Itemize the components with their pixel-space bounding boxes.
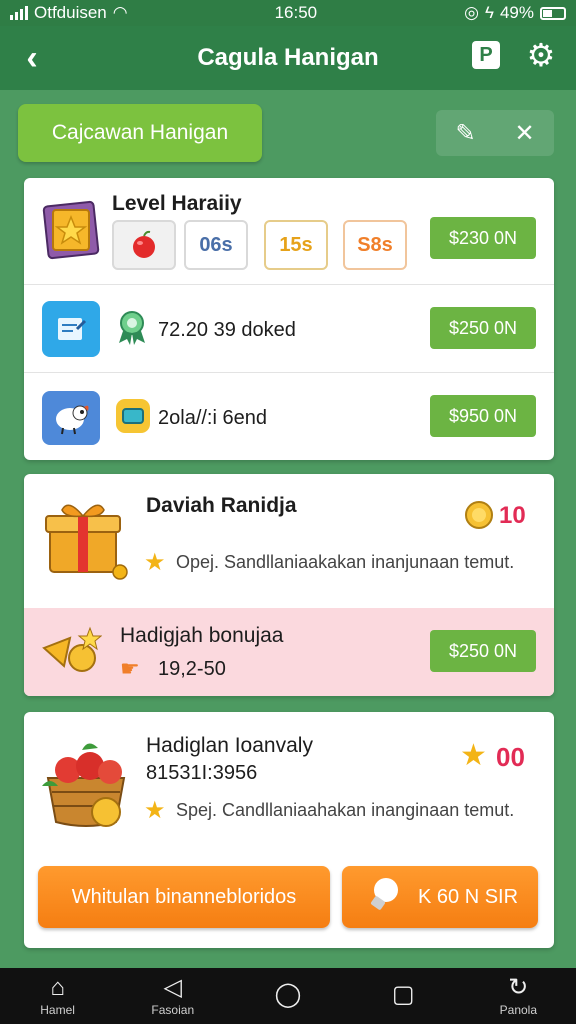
price-button[interactable]: $950 0N xyxy=(430,395,536,437)
secondary-action-button[interactable]: K 60 N SIR xyxy=(342,866,538,928)
status-left: Otfduisen ◠ xyxy=(10,3,128,23)
price-button[interactable]: $250 0N xyxy=(430,630,536,672)
note-icon xyxy=(42,301,100,357)
close-icon[interactable]: ✕ xyxy=(514,119,534,148)
signal-icon xyxy=(10,6,28,20)
card-gift: Daviah Ranidja 10 ★ Opej. Sandllaniaakak… xyxy=(24,474,554,696)
alarm-icon: ◎ xyxy=(464,3,479,22)
star-frame-icon xyxy=(42,200,100,260)
nav-label: Hamel xyxy=(40,1003,75,1017)
bonus-row[interactable]: Hadigjah bonujaa ☛ 19,2-50 $250 0N xyxy=(24,608,554,696)
bookmark-icon: P xyxy=(479,43,493,66)
item-description: Opej. Sandllaniaakakan inanjunaan temut. xyxy=(176,552,515,572)
bonus-value: 19,2-50 xyxy=(158,658,226,680)
back-triangle-icon: ◁ xyxy=(163,974,183,1001)
screen-icon xyxy=(116,399,150,433)
primary-action-button[interactable]: Whitulan binannebloridos xyxy=(38,866,330,928)
nav-recents[interactable]: ▢ xyxy=(363,982,443,1010)
item-description: Spej. Candllaniaahakan inanginaan temut. xyxy=(176,800,515,820)
price-button[interactable]: $230 0N xyxy=(430,217,536,259)
coin-count: 10 xyxy=(499,502,526,529)
chevron-left-icon: ‹ xyxy=(26,38,38,77)
gift-section[interactable]: Daviah Ranidja 10 ★ Opej. Sandllaniaakak… xyxy=(24,474,554,608)
card-level: Level Haraiiy 06s 15s S8s $230 0N 72.20 … xyxy=(24,178,554,460)
price-button[interactable]: $250 0N xyxy=(430,307,536,349)
nav-home[interactable]: ⌂ Hamel xyxy=(18,974,98,1018)
card-title: Daviah Ranidja xyxy=(146,494,297,517)
home-icon: ⌂ xyxy=(50,974,65,1001)
lightbulb-icon xyxy=(362,874,402,920)
wifi-icon: ◠ xyxy=(112,3,128,22)
sheep-icon xyxy=(42,391,100,445)
star-icon: ★ xyxy=(460,739,487,772)
card-title: Level Haraiiy xyxy=(112,192,242,215)
battery-percent: 49% xyxy=(499,3,534,22)
chip-timer-s8[interactable]: S8s xyxy=(343,220,407,270)
charging-icon: ϟ xyxy=(484,3,494,22)
list-item[interactable]: 72.20 39 doked $250 0N xyxy=(24,284,554,372)
nav-label: Panola xyxy=(499,1003,538,1017)
item-code: 81531I:3956 xyxy=(146,762,258,784)
chip-timer-06[interactable]: 06s xyxy=(184,220,248,270)
circle-icon: ◯ xyxy=(274,981,302,1008)
card-fruit: Hadiglan Ioanvaly 81531I:3956 ★ 00 ★ Spe… xyxy=(24,712,554,948)
carrier-name: Otfduisen xyxy=(34,3,107,22)
nav-label: Fasoian xyxy=(151,1003,195,1017)
coin-wing-icon xyxy=(40,626,102,678)
list-item[interactable]: Level Haraiiy 06s 15s S8s $230 0N xyxy=(24,178,554,284)
row-detail-text: 72.20 39 doked xyxy=(158,319,296,341)
square-icon-button[interactable]: P xyxy=(472,41,500,69)
secondary-button-label: K 60 N SIR xyxy=(418,885,519,908)
nav-home-circle[interactable]: ◯ xyxy=(248,982,328,1010)
fruit-basket-icon xyxy=(38,730,134,830)
star-icon: ★ xyxy=(144,797,166,824)
clock: 16:50 xyxy=(274,3,318,22)
app-bar: ‹ Cagula Hanigan P ⚙ xyxy=(0,26,576,90)
star-icon: ★ xyxy=(144,549,166,576)
refresh-icon: ↻ xyxy=(508,974,529,1001)
tool-group: ✎ ✕ xyxy=(436,110,554,156)
bottom-nav: ⌂ Hamel ◁ Fasoian ◯ ▢ ↻ Panola xyxy=(0,968,576,1024)
coin-icon xyxy=(464,500,494,530)
hand-icon: ☛ xyxy=(120,656,140,681)
square-icon: ▢ xyxy=(391,981,415,1008)
badge-icon xyxy=(114,309,150,347)
apple-chip[interactable] xyxy=(112,220,176,270)
card-title: Hadiglan Ioanvaly xyxy=(146,734,313,757)
bonus-title: Hadigjah bonujaa xyxy=(120,624,284,647)
back-button[interactable]: ‹ xyxy=(14,36,50,80)
status-bar: Otfduisen ◠ 16:50 ◎ ϟ 49% xyxy=(0,0,576,26)
gift-box-icon xyxy=(42,494,130,582)
battery-icon xyxy=(540,6,566,20)
nav-panel[interactable]: ↻ Panola xyxy=(478,974,558,1018)
gear-icon[interactable]: ⚙ xyxy=(524,38,558,72)
apple-icon xyxy=(133,230,155,258)
nav-back[interactable]: ◁ Fasoian xyxy=(133,974,213,1018)
chip-timer-15[interactable]: 15s xyxy=(264,220,328,270)
star-count: 00 xyxy=(496,742,525,772)
tab-active[interactable]: Cajcawan Hanigan xyxy=(18,104,262,162)
list-item[interactable]: 2ola//:i 6end $950 0N xyxy=(24,372,554,460)
status-right: ◎ ϟ 49% xyxy=(464,3,566,23)
coin-small-icon xyxy=(144,498,156,510)
page-title: Cagula Hanigan xyxy=(197,44,379,71)
row-detail-text: 2ola//:i 6end xyxy=(158,407,267,429)
edit-icon[interactable]: ✎ xyxy=(455,119,475,148)
